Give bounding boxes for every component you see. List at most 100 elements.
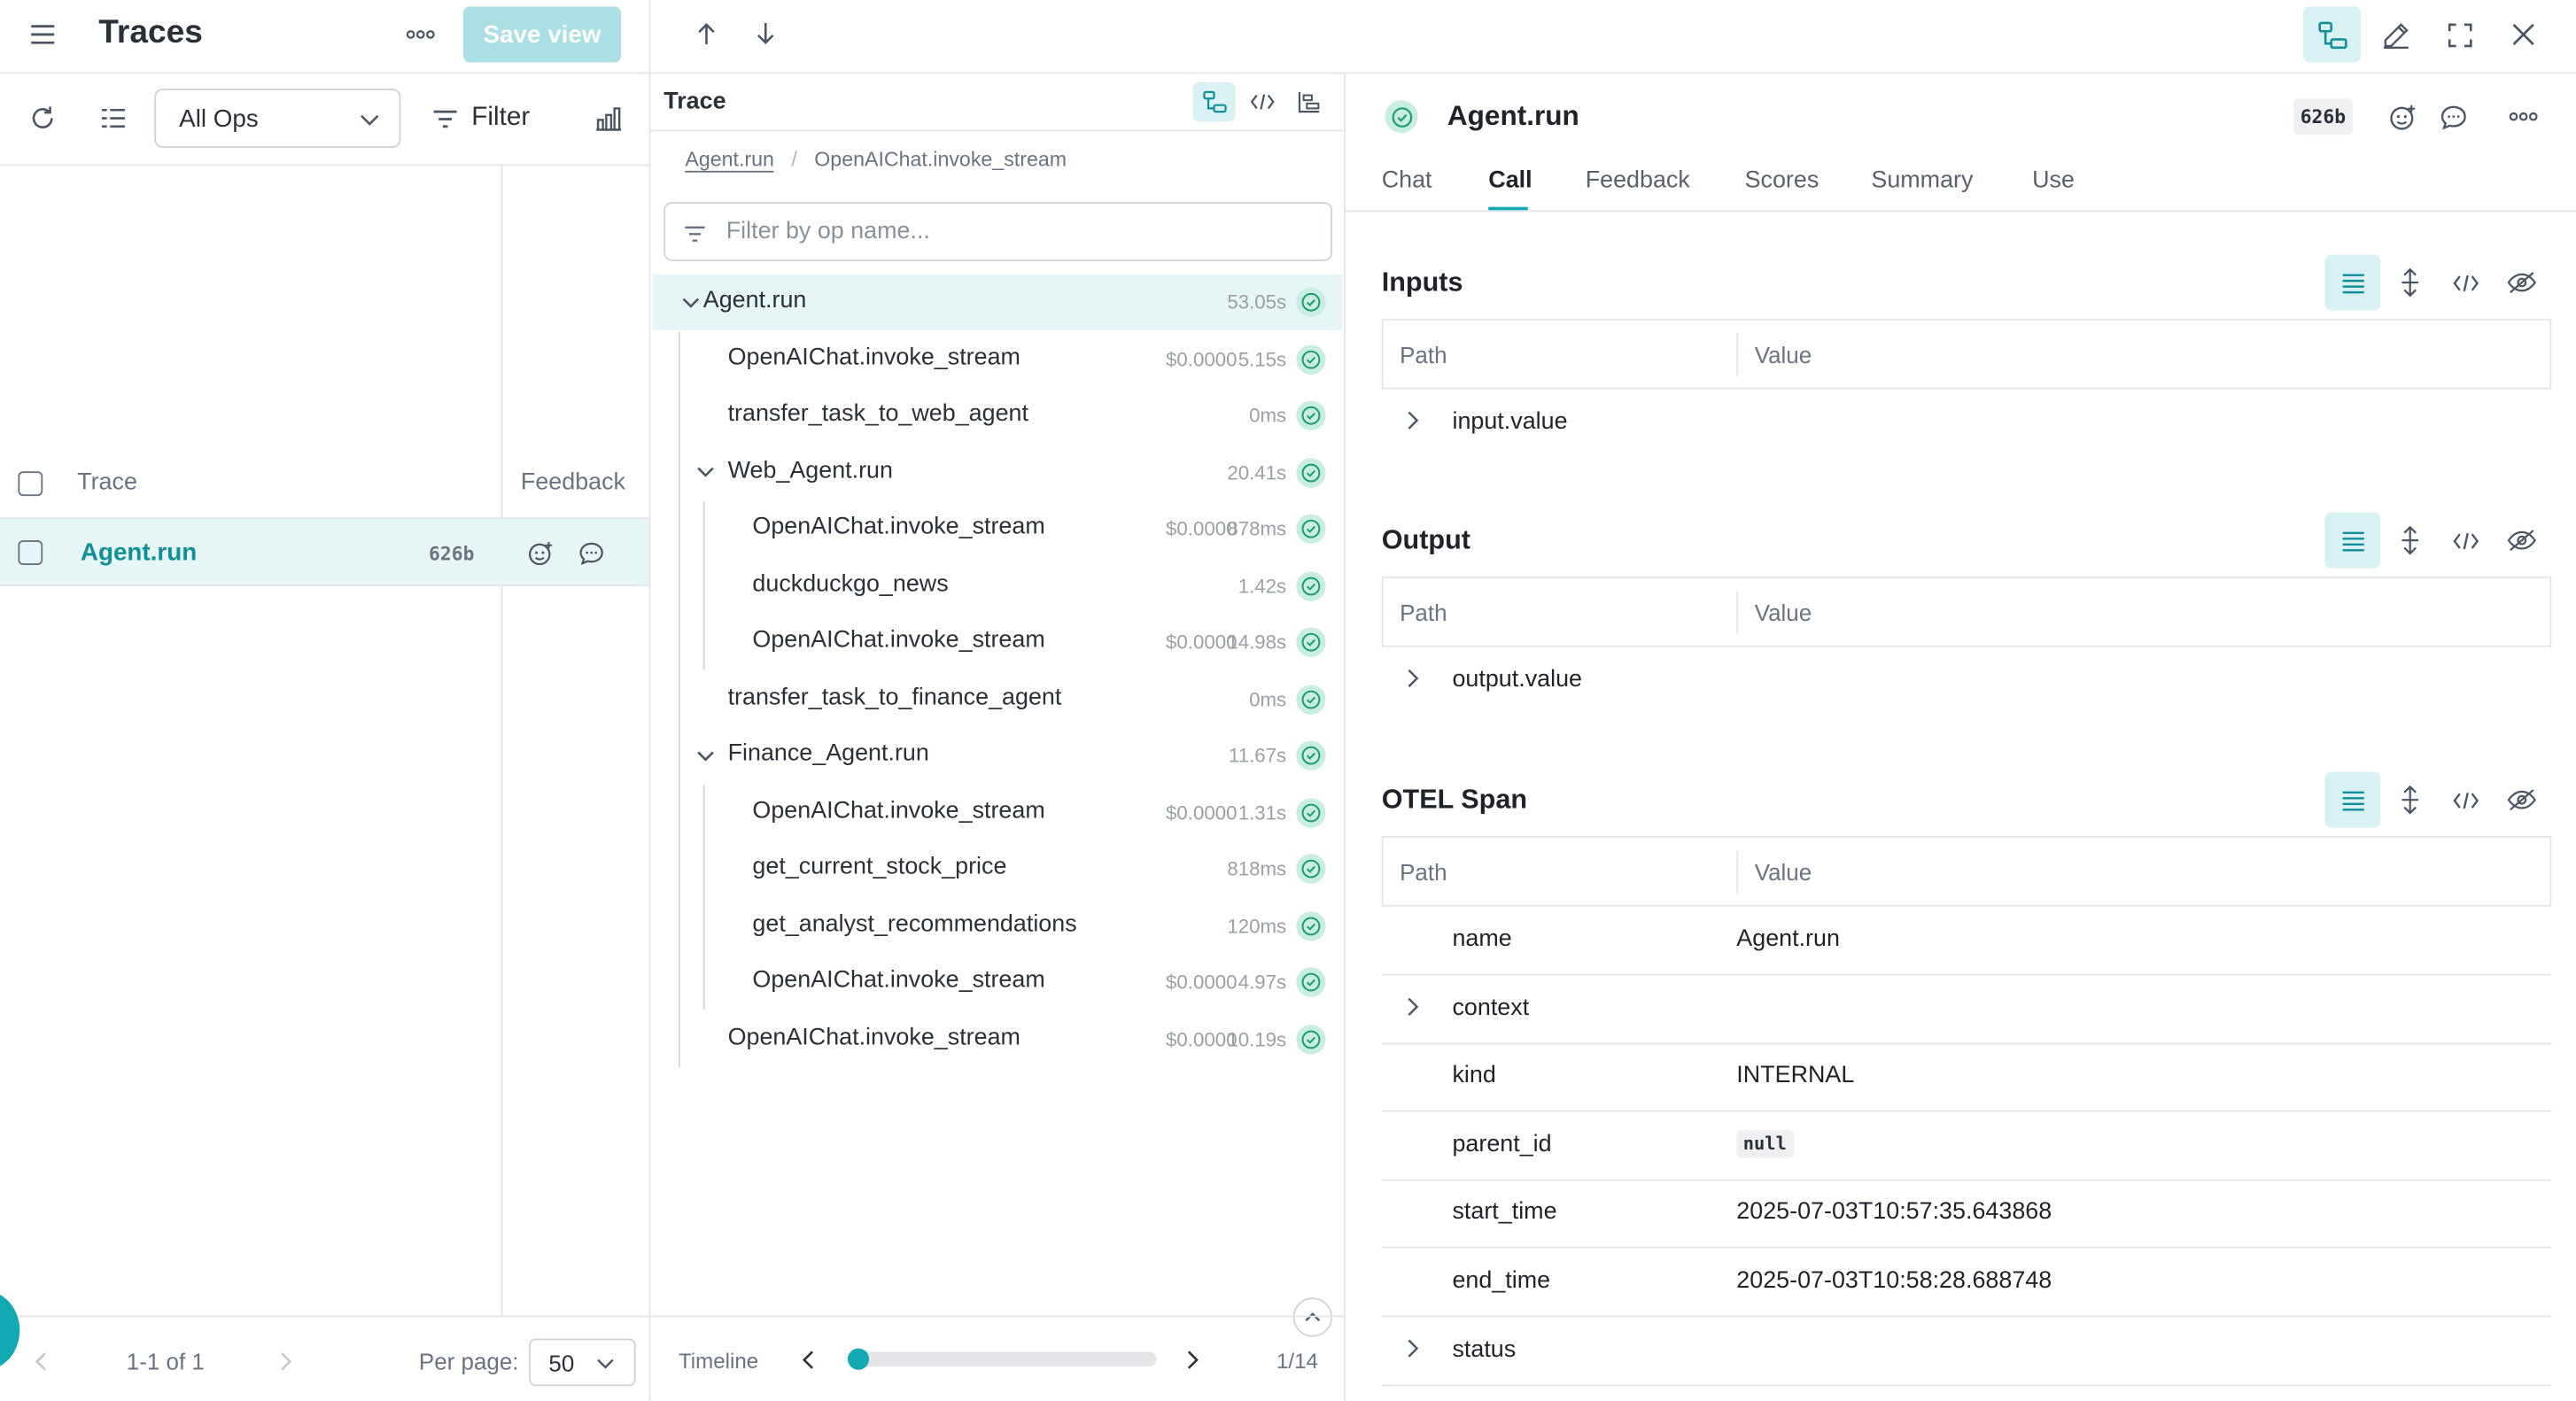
expand-collapse-icon[interactable]	[2382, 772, 2438, 828]
per-page-select[interactable]: 50	[529, 1338, 636, 1387]
save-view-button[interactable]: Save view	[462, 6, 622, 63]
timeline-view-icon[interactable]	[1292, 82, 1328, 122]
hide-icon[interactable]	[2494, 254, 2549, 310]
tab-use[interactable]: Use	[2032, 167, 2075, 194]
tree-toggle-icon[interactable]	[2303, 6, 2362, 63]
timeline-slider[interactable]	[847, 1348, 1157, 1370]
otel-row[interactable]: context	[1381, 975, 2552, 1044]
select-all-checkbox[interactable]	[18, 471, 43, 497]
launcher-button[interactable]	[0, 1290, 20, 1370]
check-circle-icon	[1296, 287, 1326, 317]
trace-node[interactable]: OpenAIChat.invoke_stream $0.0000 878ms	[652, 501, 1342, 557]
tree-row-expandable[interactable]: input.value	[1382, 390, 2551, 459]
op-filter-placeholder: Filter by op name...	[725, 218, 930, 245]
timeline-next-icon[interactable]	[1180, 1347, 1207, 1374]
code-view-icon[interactable]	[2438, 254, 2494, 310]
chevron-right-icon[interactable]	[1407, 1338, 1420, 1358]
trace-node[interactable]: Web_Agent.run 20.41s	[652, 445, 1342, 500]
menu-icon[interactable]	[23, 15, 63, 55]
tab-summary[interactable]: Summary	[1871, 167, 1973, 194]
next-page-icon[interactable]	[271, 1347, 300, 1376]
add-reaction-icon[interactable]	[524, 537, 557, 569]
trace-node[interactable]: Agent.run 53.05s	[652, 274, 1343, 330]
check-circle-icon	[1391, 106, 1412, 128]
chart-icon[interactable]	[588, 98, 628, 138]
expand-collapse-icon[interactable]	[2382, 513, 2438, 569]
tab-chat[interactable]: Chat	[1382, 167, 1432, 194]
top-bar-divider	[650, 72, 2576, 74]
timeline-prev-icon[interactable]	[795, 1347, 822, 1374]
trace-node[interactable]: OpenAIChat.invoke_stream $0.0000 1.31s	[652, 785, 1342, 840]
trace-node[interactable]: get_current_stock_price 818ms	[652, 841, 1342, 897]
more-options-icon[interactable]	[2503, 98, 2543, 135]
call-status-badge	[1385, 100, 1418, 134]
trace-node[interactable]: get_analyst_recommendations 120ms	[652, 898, 1342, 954]
arrow-down-icon[interactable]	[749, 17, 782, 50]
column-header-feedback[interactable]: Feedback	[521, 469, 625, 496]
chevron-down-icon[interactable]	[694, 746, 714, 765]
trace-node[interactable]: OpenAIChat.invoke_stream $0.0000 14.98s	[652, 615, 1342, 670]
otel-row[interactable]: status	[1381, 1317, 2552, 1386]
arrow-up-icon[interactable]	[690, 17, 723, 50]
code-view-icon[interactable]	[2438, 772, 2494, 828]
add-reaction-icon[interactable]	[2384, 98, 2420, 135]
columns-icon[interactable]	[94, 98, 134, 138]
filter-label: Filter	[471, 103, 531, 132]
trace-node[interactable]: transfer_task_to_finance_agent 0ms	[652, 671, 1342, 727]
timeline-slider-thumb[interactable]	[847, 1348, 870, 1370]
tab-feedback[interactable]: Feedback	[1586, 167, 1690, 194]
row-trace-name[interactable]: Agent.run	[81, 538, 197, 567]
output-table-header: Path Value	[1381, 576, 2552, 647]
prev-page-icon[interactable]	[27, 1347, 56, 1376]
chevron-right-icon[interactable]	[1407, 669, 1420, 688]
check-circle-icon	[1296, 570, 1326, 600]
tree-row-expandable[interactable]: output.value	[1382, 647, 2551, 716]
trace-node[interactable]: OpenAIChat.invoke_stream $0.0000 4.97s	[652, 955, 1342, 1010]
op-filter-input[interactable]: Filter by op name...	[663, 202, 1333, 261]
chevron-right-icon[interactable]	[1407, 996, 1420, 1016]
check-circle-icon	[1296, 797, 1326, 827]
chevron-down-icon[interactable]	[694, 462, 714, 482]
hide-icon[interactable]	[2494, 513, 2549, 569]
refresh-icon[interactable]	[23, 98, 63, 138]
feedback-column-divider	[500, 164, 503, 1316]
close-icon[interactable]	[2503, 15, 2543, 55]
chevron-down-icon[interactable]	[680, 292, 700, 312]
chevron-right-icon[interactable]	[1407, 411, 1420, 430]
row-key: start_time	[1452, 1199, 1557, 1227]
trace-node[interactable]: duckduckgo_news 1.42s	[652, 558, 1342, 614]
table-row[interactable]: Agent.run 626b	[0, 519, 649, 587]
comment-icon[interactable]	[2435, 98, 2471, 135]
fullscreen-icon[interactable]	[2440, 15, 2479, 55]
row-checkbox[interactable]	[18, 540, 43, 565]
trace-node[interactable]: Finance_Agent.run 11.67s	[652, 728, 1342, 784]
expand-collapse-icon[interactable]	[2382, 254, 2438, 310]
edit-icon[interactable]	[2376, 15, 2416, 55]
breadcrumb-root[interactable]: Agent.run	[685, 147, 774, 173]
trace-node-duration: 14.98s	[1227, 631, 1287, 654]
hide-icon[interactable]	[2494, 772, 2549, 828]
tab-call[interactable]: Call	[1488, 167, 1532, 194]
filter-icon	[431, 105, 460, 132]
tree-view-icon[interactable]	[1192, 81, 1236, 122]
panel-divider-right	[1344, 74, 1346, 1401]
check-circle-icon	[1296, 400, 1326, 430]
trace-node[interactable]: OpenAIChat.invoke_stream $0.0000 10.19s	[652, 1011, 1342, 1067]
row-key: input.value	[1452, 408, 1568, 436]
more-options-icon[interactable]	[401, 15, 441, 55]
list-view-icon[interactable]	[2324, 512, 2381, 569]
code-view-icon[interactable]	[2438, 513, 2494, 569]
code-view-icon[interactable]	[1244, 82, 1280, 122]
list-view-icon[interactable]	[2324, 254, 2381, 311]
column-header-trace[interactable]: Trace	[77, 469, 137, 496]
trace-node[interactable]: transfer_task_to_web_agent 0ms	[652, 388, 1342, 444]
comment-icon[interactable]	[575, 537, 608, 569]
tab-scores[interactable]: Scores	[1745, 167, 1819, 194]
ops-select[interactable]: All Ops	[154, 89, 401, 148]
call-title: Agent.run	[1447, 100, 1579, 132]
output-toolbar	[2324, 512, 2551, 569]
timeline-label: Timeline	[678, 1348, 759, 1374]
trace-node[interactable]: OpenAIChat.invoke_stream $0.0000 5.15s	[652, 331, 1342, 387]
filter-button[interactable]: Filter	[427, 96, 546, 142]
list-view-icon[interactable]	[2324, 771, 2381, 828]
